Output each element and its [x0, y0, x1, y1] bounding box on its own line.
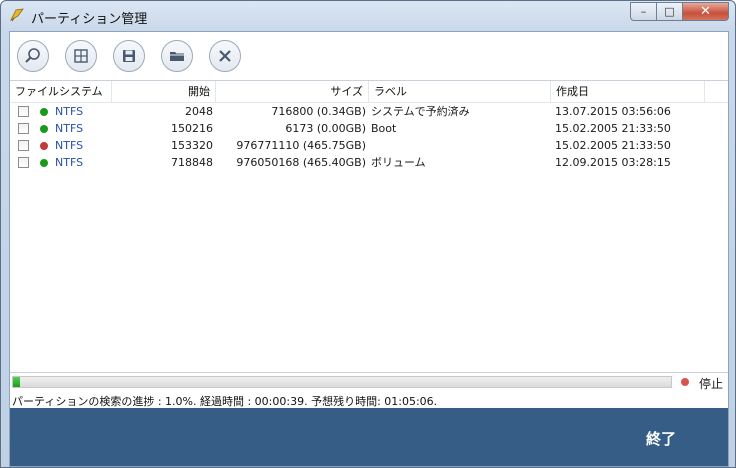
cell-label: ボリューム	[371, 156, 426, 169]
column-header-start[interactable]: 開始	[112, 81, 216, 103]
partition-list: ファイルシステム 開始 サイズ ラベル 作成日 NTFS 2048 716800 (…	[10, 80, 728, 373]
row-checkbox[interactable]	[18, 140, 29, 151]
cell-size: 6173 (0.00GB)	[285, 122, 366, 135]
cell-start: 2048	[185, 105, 213, 118]
table-row[interactable]: NTFS 718848 976050168 (465.40GB) ボリューム 12.09…	[10, 154, 728, 171]
floppy-disk-icon	[123, 50, 135, 62]
column-header-label[interactable]: ラベル	[369, 81, 551, 103]
progress-fill	[13, 377, 20, 387]
magnifier-icon	[25, 48, 40, 63]
close-x-icon	[219, 50, 231, 62]
column-header-created[interactable]: 作成日	[551, 81, 705, 103]
save-button[interactable]	[113, 40, 145, 72]
maximize-button[interactable]: □	[656, 2, 683, 21]
cancel-button[interactable]	[209, 40, 241, 72]
search-button[interactable]	[17, 40, 49, 72]
status-text: パーティションの検索の進捗 : 1.0%. 経過時間 : 00:00:39. 予…	[12, 395, 438, 408]
cell-created: 13.07.2015 03:56:06	[555, 105, 671, 118]
client-area: ファイルシステム 開始 サイズ ラベル 作成日 NTFS 2048 716800 (…	[9, 31, 729, 467]
cell-size: 976050168 (465.40GB)	[236, 156, 366, 169]
partition-manager-window: パーティション管理 – □ ✕ ファイルシステム 開始 サイズ ラベル 作成日 …	[0, 0, 736, 468]
window-controls: – □ ✕	[630, 2, 729, 21]
table-row[interactable]: NTFS 150216 6173 (0.00GB) Boot 15.02.2005 21…	[10, 120, 728, 137]
row-checkbox[interactable]	[18, 106, 29, 117]
status-dot-icon	[40, 159, 48, 167]
toolbar	[10, 32, 728, 80]
cell-filesystem: NTFS	[55, 105, 84, 118]
row-checkbox[interactable]	[18, 157, 29, 168]
open-button[interactable]	[161, 40, 193, 72]
table-row[interactable]: NTFS 2048 716800 (0.34GB) システムで予約済み 13.07.20…	[10, 103, 728, 120]
cell-created: 15.02.2005 21:33:50	[555, 139, 671, 152]
partition-view-button[interactable]	[65, 40, 97, 72]
cell-created: 15.02.2005 21:33:50	[555, 122, 671, 135]
minimize-button[interactable]: –	[630, 2, 657, 21]
cell-filesystem: NTFS	[55, 139, 84, 152]
cell-label: システムで予約済み	[371, 105, 470, 118]
footer-bar: 終了	[10, 408, 728, 466]
cell-size: 976771110 (465.75GB)	[236, 139, 366, 152]
cell-size: 716800 (0.34GB)	[271, 105, 366, 118]
cell-filesystem: NTFS	[55, 156, 84, 169]
finish-button[interactable]: 終了	[646, 428, 676, 449]
list-header: ファイルシステム 開始 サイズ ラベル 作成日	[10, 81, 728, 103]
cell-start: 150216	[171, 122, 213, 135]
status-dot-icon	[40, 142, 48, 150]
window-title: パーティション管理	[31, 12, 148, 27]
table-row[interactable]: NTFS 153320 976771110 (465.75GB) 15.02.2005…	[10, 137, 728, 154]
stop-indicator-icon	[681, 378, 689, 386]
progress-bar	[12, 376, 672, 388]
grid-icon	[74, 49, 88, 63]
cell-created: 12.09.2015 03:28:15	[555, 156, 671, 169]
cell-start: 153320	[171, 139, 213, 152]
column-header-filesystem[interactable]: ファイルシステム	[10, 81, 112, 103]
column-header-size[interactable]: サイズ	[216, 81, 369, 103]
title-bar: パーティション管理 – □ ✕	[1, 1, 735, 31]
cell-label	[371, 137, 549, 154]
cell-label: Boot	[371, 122, 397, 135]
close-window-button[interactable]: ✕	[682, 2, 729, 21]
stop-button[interactable]: 停止	[699, 375, 723, 392]
app-icon	[10, 8, 24, 22]
cell-start: 718848	[171, 156, 213, 169]
cell-filesystem: NTFS	[55, 122, 84, 135]
folder-icon	[170, 52, 184, 61]
status-dot-icon	[40, 125, 48, 133]
row-checkbox[interactable]	[18, 123, 29, 134]
progress-area: 停止	[10, 373, 728, 391]
list-body: NTFS 2048 716800 (0.34GB) システムで予約済み 13.07.20…	[10, 103, 728, 171]
status-dot-icon	[40, 108, 48, 116]
